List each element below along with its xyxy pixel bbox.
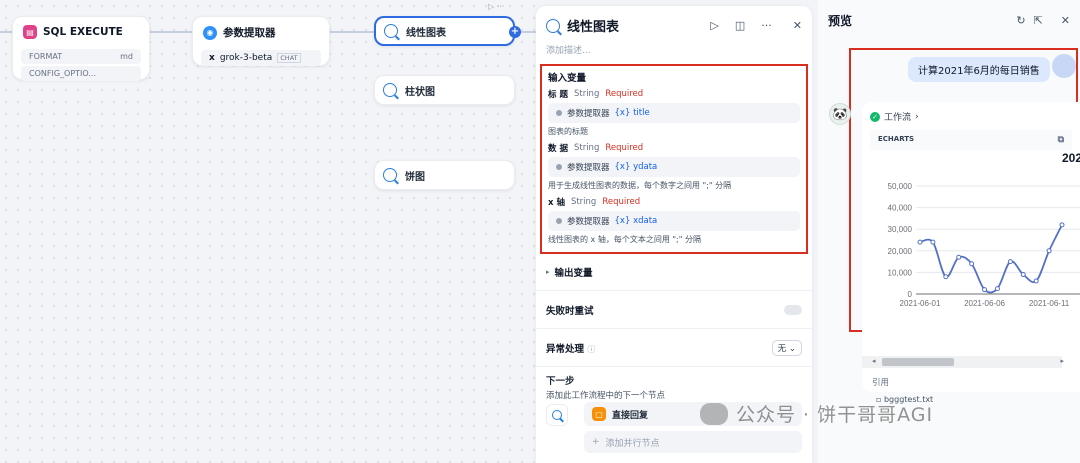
input-variables-section: 输入变量 标 题 String Required 参数提取器 {x} title… [540, 64, 808, 254]
workflow-status[interactable]: ✓ 工作流 › [870, 110, 919, 123]
model-row: x grok-3-beta CHAT [201, 50, 321, 66]
close-icon[interactable]: ✕ [1061, 14, 1070, 27]
user-avatar [1052, 54, 1076, 78]
more-icon[interactable]: ··· [761, 19, 772, 32]
node-title: SQL EXECUTE [43, 26, 123, 38]
grok-icon: x [209, 53, 215, 63]
close-icon[interactable]: ✕ [793, 19, 802, 32]
next-step-title: 下一步 [546, 376, 575, 387]
line-chart: 202 0 10,000 20,000 30,000 40,000 50,000 2021-… [888, 151, 1080, 308]
data-point [1020, 272, 1026, 278]
data-point [994, 286, 1000, 292]
variable-value-field[interactable]: 参数提取器 {x} ydata [548, 157, 800, 177]
y-tick-label: 50,000 [888, 182, 913, 191]
data-point [969, 261, 975, 267]
chevron-right-icon: › [915, 111, 919, 122]
data-point [1059, 222, 1065, 228]
horizontal-scrollbar[interactable]: ◂ ▸ [862, 356, 1064, 368]
database-icon: ▤ [23, 25, 37, 39]
x-tick-label: 2021-06-06 [964, 299, 1005, 308]
user-message: 计算2021年6月的每日销售 [908, 57, 1050, 82]
error-handling-select[interactable]: 无 ⌄ [771, 339, 802, 356]
watermark: 公众号 · 饼干哥哥AGI [700, 400, 933, 427]
workflow-canvas[interactable]: ▤ SQL EXECUTE FORMAT md CONFIG_OPTIO... ◉… [0, 0, 536, 463]
y-tick-label: 0 [908, 290, 913, 299]
tool-icon [383, 83, 397, 97]
node-dot-icon [556, 164, 562, 170]
bot-avatar: 🐼 [829, 103, 851, 125]
tool-icon [552, 410, 562, 420]
data-point [1046, 248, 1052, 254]
chart-title: 202 [1062, 151, 1080, 165]
node-param-row: FORMAT md [21, 49, 141, 64]
chevron-right-icon: ▸ [546, 268, 550, 276]
data-point [943, 274, 949, 280]
variable-description: 图表的标题 [548, 127, 588, 136]
data-point [956, 254, 962, 260]
node-param-row: CONFIG_OPTIO... [21, 66, 141, 81]
node-dot-icon [556, 110, 562, 116]
x-tick-label: 2021-06-11 [1029, 299, 1070, 308]
data-point [1007, 259, 1013, 265]
data-point [982, 287, 988, 293]
scroll-right-icon[interactable]: ▸ [1060, 357, 1064, 365]
assistant-answer: ✓ 工作流 › ECHARTS ⧉ 202 0 10,000 20,000 30,00… [862, 102, 1080, 392]
current-node-chip [546, 404, 568, 426]
variable-description: 用于生成线性图表的数据，每个数字之间用 ";" 分隔 [548, 181, 732, 190]
data-point [930, 239, 936, 245]
variable-header: x 轴 String Required [548, 197, 641, 208]
line-chart-node[interactable]: 线性图表 [374, 16, 515, 46]
retry-toggle[interactable] [784, 304, 802, 315]
scroll-thumb[interactable] [882, 358, 954, 366]
sql-execute-node[interactable]: ▤ SQL EXECUTE FORMAT md CONFIG_OPTIO... [12, 16, 150, 81]
variable-value-field[interactable]: 参数提取器 {x} xdata [548, 211, 800, 231]
section-title: 输入变量 [548, 73, 587, 84]
retry-row: 失败时重试 [536, 290, 812, 328]
pie-chart-node[interactable]: 饼图 [374, 160, 515, 190]
wechat-icon [700, 402, 728, 425]
y-tick-label: 30,000 [888, 225, 913, 234]
code-block-header: ECHARTS ⧉ [870, 130, 1072, 150]
node-config-panel: 线性图表 ▷ ◫ ··· ✕ 添加描述... 输入变量 标 题 String R… [536, 6, 812, 463]
refresh-icon[interactable]: ↻ [1016, 14, 1025, 27]
citation-label: 引用 [872, 378, 890, 388]
preview-title: 预览 [828, 14, 853, 28]
variable-header: 数 据 String Required [548, 143, 644, 154]
x-tick-label: 2021-06-01 [900, 299, 941, 308]
node-toolbar[interactable]: ▷ ··· [488, 2, 504, 11]
split-view-icon[interactable]: ◫ [735, 19, 745, 32]
variable-value-field[interactable]: 参数提取器 {x} title [548, 103, 800, 123]
error-handling-row: 异常处理 ⓘ 无 ⌄ [536, 328, 812, 366]
extractor-icon: ◉ [203, 25, 217, 40]
reply-icon: ▢ [592, 407, 606, 421]
info-icon: ⓘ [587, 344, 596, 354]
data-point [1033, 278, 1039, 284]
variable-description: 线性图表的 x 轴，每个文本之间用 ";" 分隔 [548, 235, 701, 244]
check-icon: ✓ [870, 111, 880, 122]
panel-title: 线性图表 [567, 20, 620, 35]
share-icon[interactable]: ⇱ [1034, 14, 1043, 27]
chat-badge: CHAT [277, 53, 301, 63]
series-line [919, 224, 1063, 294]
add-node-handle[interactable]: + [509, 26, 521, 38]
tool-icon [384, 24, 398, 38]
y-tick-label: 10,000 [888, 268, 913, 277]
y-tick-label: 40,000 [888, 204, 913, 213]
bar-chart-node[interactable]: 柱状图 [374, 75, 515, 105]
tool-icon [546, 18, 560, 33]
scroll-left-icon[interactable]: ◂ [872, 357, 876, 365]
node-title: 参数提取器 [223, 27, 276, 39]
data-point [917, 239, 923, 245]
add-parallel-node-button[interactable]: + 添加并行节点 [584, 431, 802, 453]
variable-header: 标 题 String Required [548, 89, 644, 100]
tool-icon [383, 168, 397, 182]
output-variables-toggle[interactable]: ▸ 输出变量 [536, 254, 812, 290]
parameter-extractor-node[interactable]: ◉ 参数提取器 x grok-3-beta CHAT [192, 16, 330, 66]
node-dot-icon [556, 218, 562, 224]
y-tick-label: 20,000 [888, 247, 913, 256]
run-icon[interactable]: ▷ [710, 19, 718, 32]
description-input[interactable]: 添加描述... [536, 39, 812, 64]
copy-icon[interactable]: ⧉ [1058, 135, 1064, 145]
